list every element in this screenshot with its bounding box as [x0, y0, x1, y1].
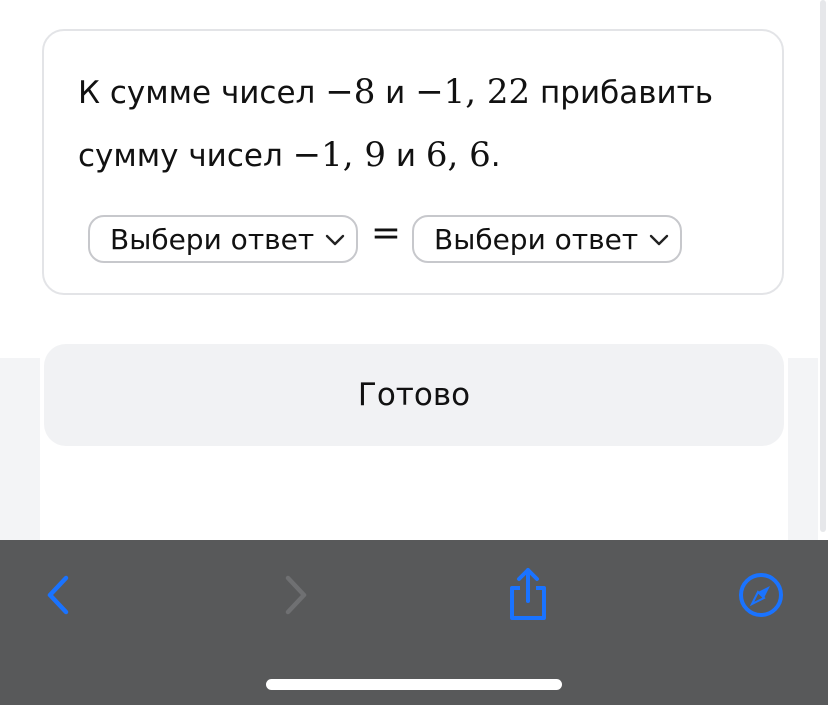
number-minus-1-22: −1, 22 — [415, 72, 531, 112]
browser-toolbar — [0, 540, 828, 705]
forward-icon[interactable] — [278, 573, 314, 617]
question-text: К сумме чисел −8 и −1, 22 прибавить сумм… — [78, 61, 738, 187]
equals-sign: = — [370, 213, 402, 254]
select-label: Выбери ответ — [110, 222, 315, 256]
task-card: К сумме чисел −8 и −1, 22 прибавить сумм… — [42, 29, 784, 295]
question-text-part: и — [385, 138, 426, 174]
right-background-band — [788, 358, 818, 540]
compass-icon[interactable] — [737, 571, 785, 619]
number-minus-8: −8 — [325, 72, 376, 112]
chevron-down-icon — [649, 234, 669, 246]
left-answer-select[interactable]: Выбери ответ — [88, 215, 358, 263]
done-button[interactable]: Готово — [44, 344, 784, 446]
select-label: Выбери ответ — [434, 222, 639, 256]
number-minus-1-9: −1, 9 — [292, 135, 386, 175]
back-icon[interactable] — [40, 573, 76, 617]
question-text-part: . — [490, 138, 501, 174]
chevron-down-icon — [325, 234, 345, 246]
scrollbar[interactable] — [820, 0, 826, 532]
left-background-band — [0, 358, 40, 540]
question-text-part: и — [375, 75, 416, 111]
number-6-6: 6, 6 — [425, 135, 491, 175]
home-indicator — [266, 679, 562, 690]
right-answer-select[interactable]: Выбери ответ — [412, 215, 682, 263]
share-icon[interactable] — [505, 566, 551, 622]
answer-row: Выбери ответ = Выбери ответ — [88, 213, 688, 267]
question-text-part: К сумме чисел — [78, 75, 326, 111]
